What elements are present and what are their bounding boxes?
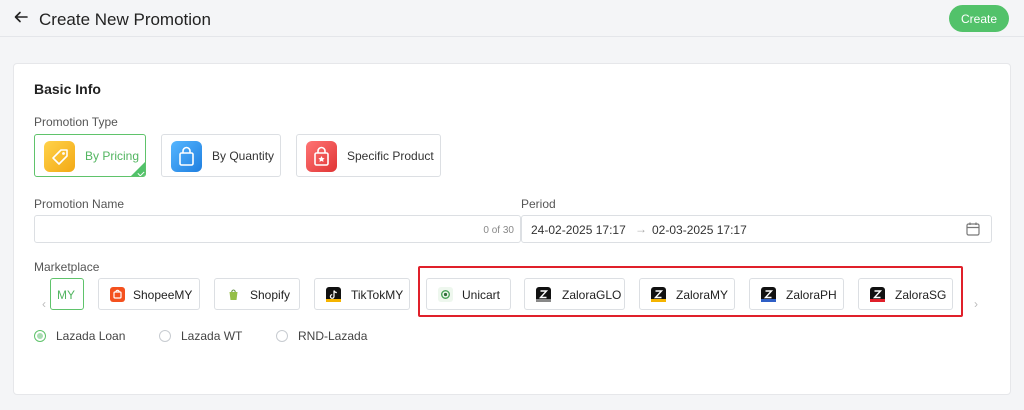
star-bag-icon	[306, 141, 337, 172]
store-radio-lazada-wt[interactable]	[159, 330, 171, 342]
marketplace-label-text: ZaloraMY	[676, 288, 729, 302]
zalora-icon	[761, 287, 776, 302]
top-bar: Create New Promotion Create	[0, 0, 1024, 37]
promotion-type-label-text: Specific Product	[347, 149, 434, 163]
marketplace-unicart[interactable]: Unicart	[426, 278, 511, 310]
marketplace-zalora-my[interactable]: ZaloraMY	[639, 278, 735, 310]
arrow-left-icon[interactable]	[13, 9, 29, 25]
promotion-type-specific-product[interactable]: Specific Product	[296, 134, 441, 177]
promotion-type-by-pricing[interactable]: By Pricing	[34, 134, 146, 177]
zalora-icon	[651, 287, 666, 302]
character-counter: 0 of 30	[483, 225, 514, 236]
marketplace-zalora-ph[interactable]: ZaloraPH	[749, 278, 844, 310]
store-radio-lazada-loan[interactable]	[34, 330, 46, 342]
tiktok-icon	[326, 287, 341, 302]
basic-info-card: Basic Info Promotion Type By Pricing By …	[13, 63, 1011, 395]
promotion-type-label-text: By Quantity	[212, 149, 275, 163]
period-separator-arrow: →	[635, 222, 647, 236]
marketplace-label-text: ZaloraPH	[786, 288, 837, 302]
period-end[interactable]: 02-03-2025 17:17	[652, 223, 747, 237]
marketplace-label-text: MY	[57, 288, 75, 302]
chevron-right-icon[interactable]: ›	[974, 297, 978, 311]
period-start[interactable]: 24-02-2025 17:17	[531, 223, 626, 237]
marketplace-tiktok-my[interactable]: TikTokMY	[314, 278, 410, 310]
page-title: Create New Promotion	[39, 10, 211, 29]
period-range-picker[interactable]: 24-02-2025 17:17 → 02-03-2025 17:17	[521, 215, 992, 243]
store-radio-rnd-lazada[interactable]	[276, 330, 288, 342]
unicart-icon	[438, 287, 453, 302]
marketplace-shopee-my[interactable]: ShopeeMY	[98, 278, 200, 310]
marketplace-zalora-sg[interactable]: ZaloraSG	[858, 278, 953, 310]
marketplace-label: Marketplace	[34, 260, 100, 274]
create-button[interactable]: Create	[949, 5, 1009, 32]
calendar-icon[interactable]	[965, 221, 981, 237]
promotion-type-label: Promotion Type	[34, 115, 118, 129]
zalora-icon	[870, 287, 885, 302]
marketplace-label-text: ZaloraSG	[895, 288, 947, 302]
marketplace-label-text: TikTokMY	[351, 288, 404, 302]
promotion-name-input[interactable]	[34, 215, 521, 243]
marketplace-label-text: Shopify	[250, 288, 291, 302]
promotion-type-by-quantity[interactable]: By Quantity	[161, 134, 281, 177]
marketplace-lazada-my[interactable]: MY	[50, 278, 84, 310]
chevron-left-icon[interactable]: ‹	[42, 297, 46, 311]
shopping-bag-icon	[171, 141, 202, 172]
section-title: Basic Info	[34, 81, 101, 97]
period-label: Period	[521, 197, 556, 211]
promotion-type-label-text: By Pricing	[85, 149, 140, 163]
store-label-lazada-loan[interactable]: Lazada Loan	[56, 329, 125, 343]
zalora-icon	[536, 287, 551, 302]
marketplace-label-text: ZaloraGLO	[562, 288, 622, 302]
store-label-rnd-lazada[interactable]: RND-Lazada	[298, 329, 367, 343]
marketplace-label-text: Unicart	[462, 288, 501, 302]
shopee-icon	[110, 287, 125, 302]
store-label-lazada-wt[interactable]: Lazada WT	[181, 329, 242, 343]
shopify-icon	[226, 287, 241, 302]
marketplace-shopify[interactable]: Shopify	[214, 278, 300, 310]
marketplace-label-text: ShopeeMY	[133, 288, 193, 302]
marketplace-zalora-glo[interactable]: ZaloraGLO	[524, 278, 625, 310]
promotion-name-label: Promotion Name	[34, 197, 125, 211]
price-tag-icon	[44, 141, 75, 172]
